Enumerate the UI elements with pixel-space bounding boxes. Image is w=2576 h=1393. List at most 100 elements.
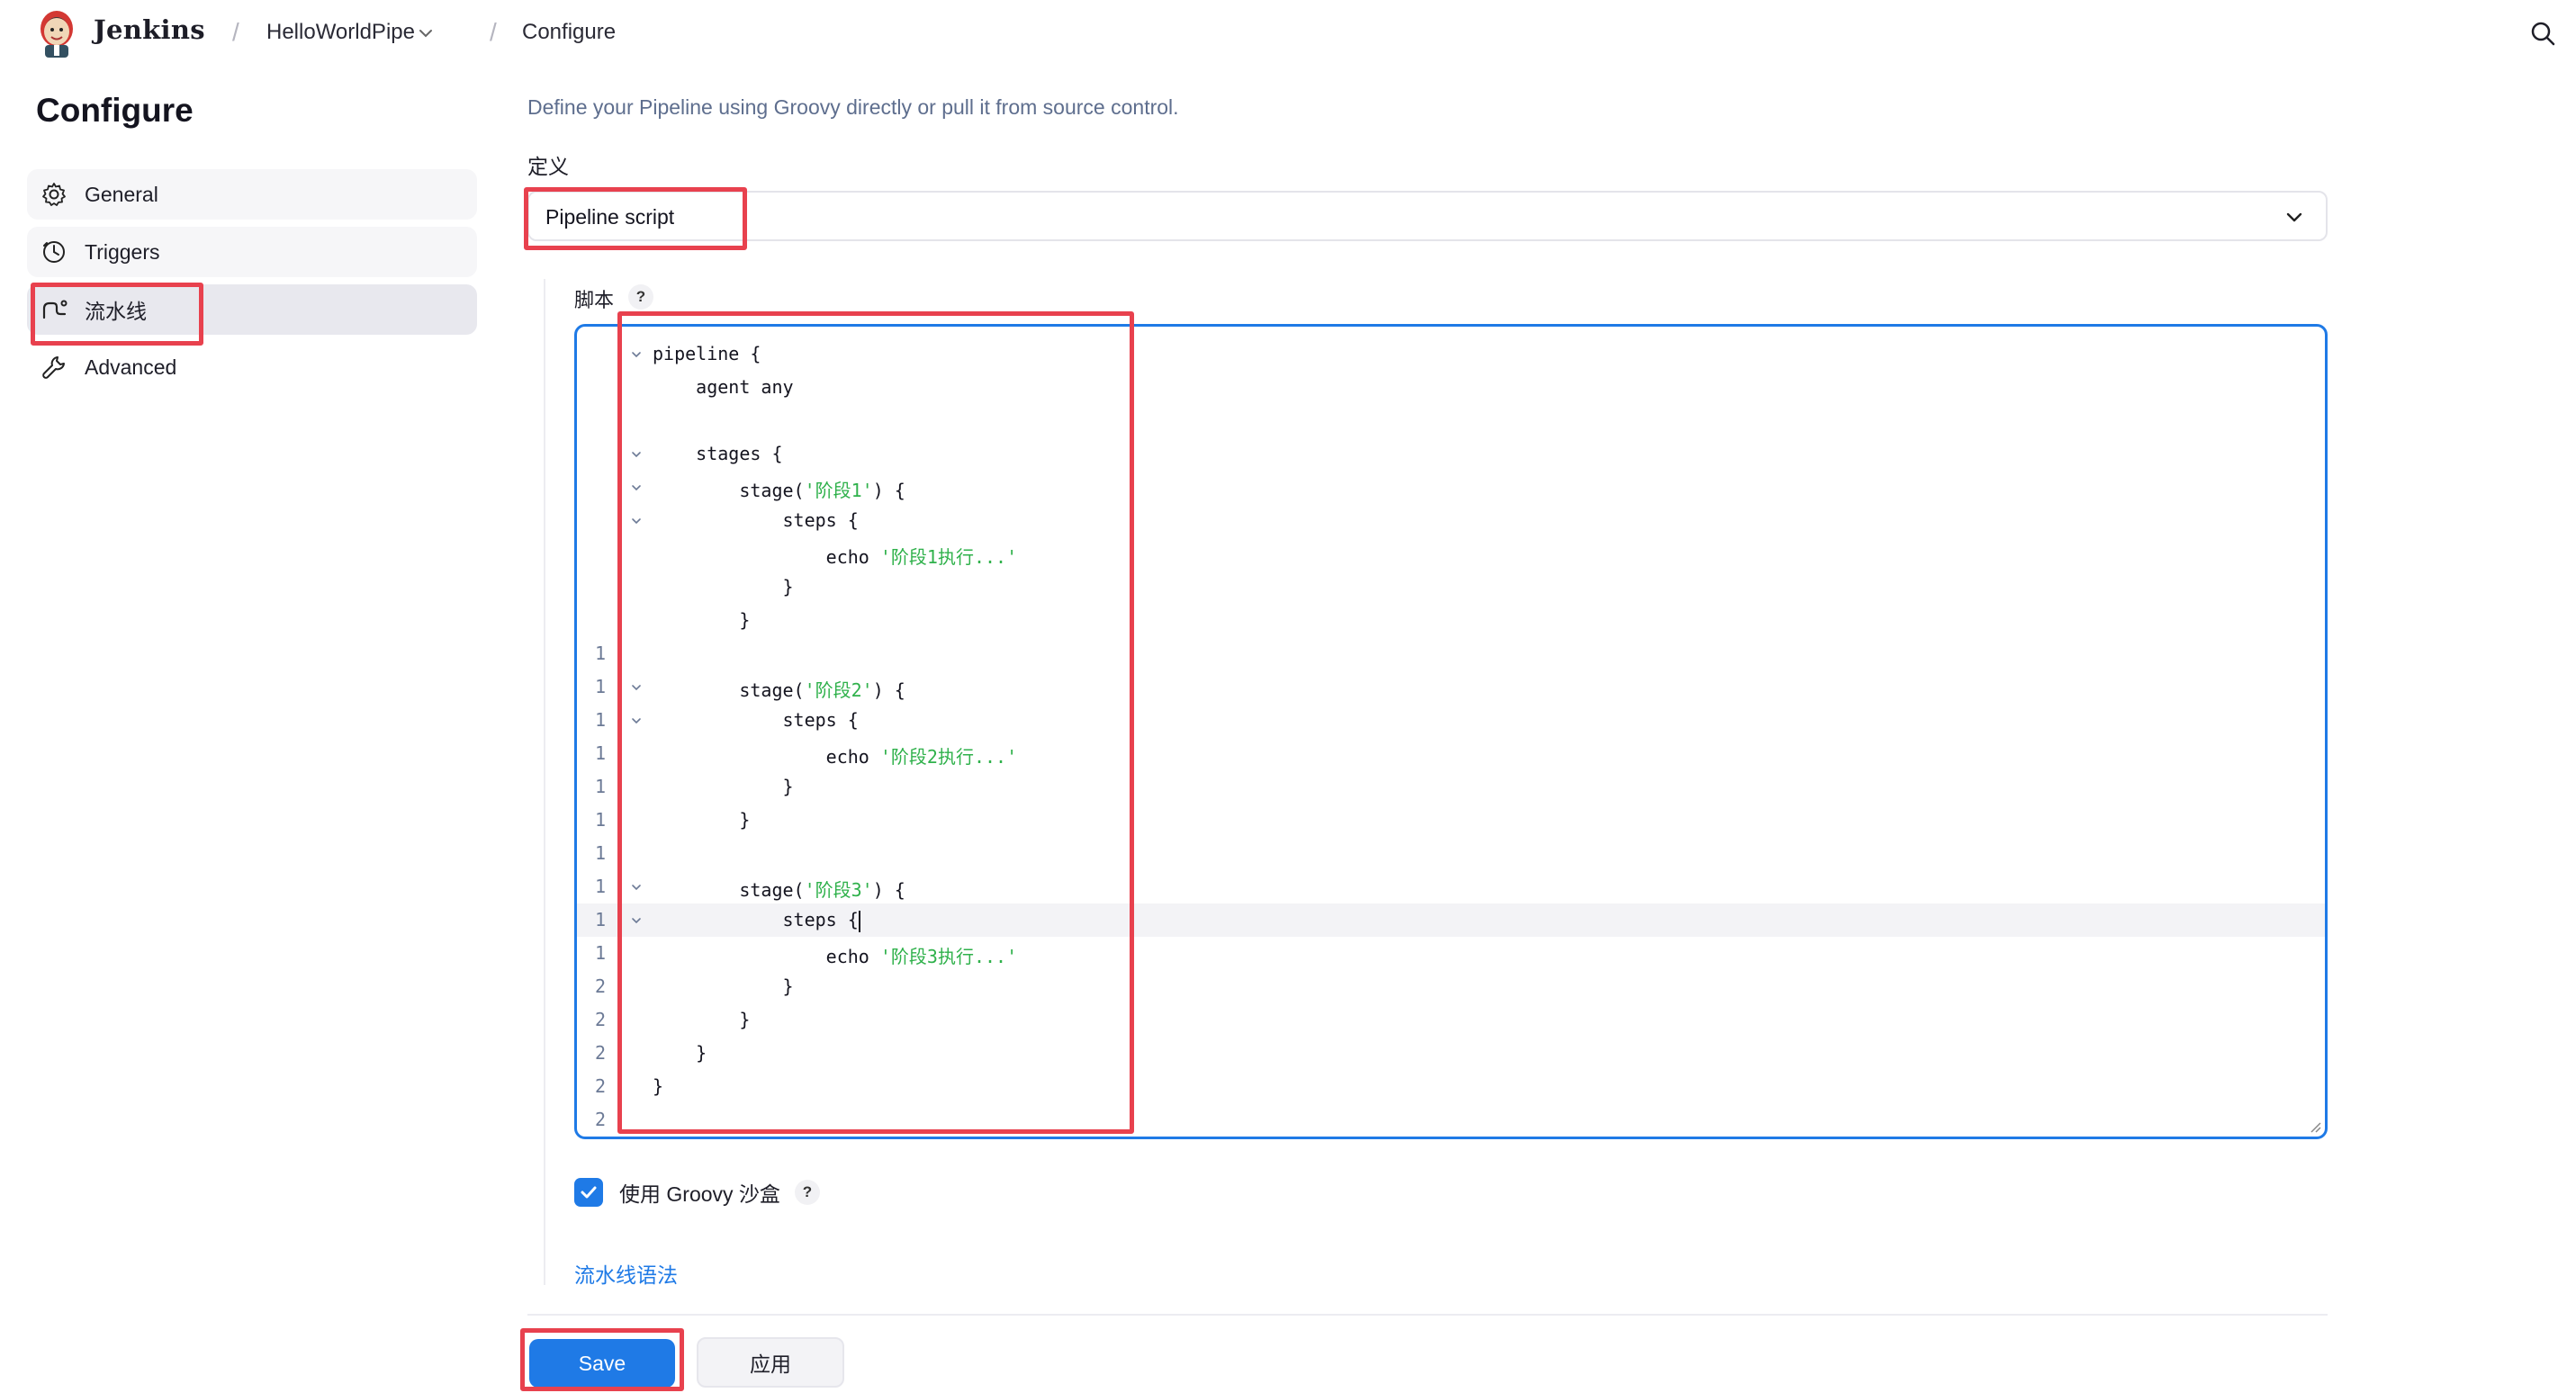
footer-divider bbox=[527, 1314, 2328, 1316]
code-line[interactable]: 2 } bbox=[577, 970, 2325, 1003]
code-text: } bbox=[653, 1009, 750, 1030]
line-number: 1 bbox=[595, 742, 607, 764]
fold-chevron-icon[interactable] bbox=[629, 511, 644, 526]
code-token: agent any bbox=[653, 376, 794, 398]
code-text: } bbox=[653, 1075, 663, 1097]
brand-name[interactable]: Jenkins bbox=[94, 14, 205, 45]
code-line[interactable]: echo '阶段1执行...' bbox=[577, 537, 2325, 571]
code-text: agent any bbox=[653, 376, 794, 398]
code-token: stage( bbox=[653, 679, 805, 701]
code-text: steps { bbox=[653, 709, 858, 731]
code-line[interactable]: 1 stage('阶段3') { bbox=[577, 870, 2325, 903]
code-line[interactable]: 1 stage('阶段2') { bbox=[577, 670, 2325, 704]
sidebar-item-triggers[interactable]: Triggers bbox=[27, 227, 477, 277]
fold-chevron-icon[interactable] bbox=[629, 445, 644, 459]
pipeline-icon bbox=[40, 295, 68, 324]
code-token: stage( bbox=[653, 480, 805, 501]
script-editor[interactable]: pipeline { agent any stages { stage('阶段1… bbox=[574, 324, 2328, 1139]
code-line[interactable]: 1 } bbox=[577, 770, 2325, 804]
sidebar-item-label: 流水线 bbox=[85, 300, 147, 323]
fold-chevron-icon[interactable] bbox=[629, 345, 644, 359]
sidebar-item-label: Advanced bbox=[85, 355, 177, 379]
code-string-literal: '阶段2执行...' bbox=[879, 746, 1018, 768]
pipeline-description: Define your Pipeline using Groovy direct… bbox=[527, 95, 1179, 119]
code-line[interactable]: 1 bbox=[577, 637, 2325, 670]
code-line[interactable]: stages { bbox=[577, 437, 2325, 471]
code-string-literal: '阶段3' bbox=[804, 879, 873, 901]
check-icon bbox=[581, 1186, 597, 1199]
code-token: ) { bbox=[872, 480, 905, 501]
pipeline-syntax-link[interactable]: 流水线语法 bbox=[574, 1258, 678, 1289]
code-string-literal: '阶段1' bbox=[804, 480, 873, 501]
code-line[interactable]: steps { bbox=[577, 504, 2325, 537]
search-icon[interactable] bbox=[2527, 18, 2558, 49]
code-text: steps { bbox=[653, 509, 859, 531]
apply-button[interactable]: 应用 bbox=[697, 1337, 844, 1388]
code-line[interactable] bbox=[577, 404, 2325, 437]
fold-chevron-icon[interactable] bbox=[629, 911, 644, 925]
save-button[interactable]: Save bbox=[529, 1339, 675, 1388]
line-number: 2 bbox=[595, 1075, 607, 1097]
help-icon[interactable]: ? bbox=[794, 1180, 820, 1205]
code-line[interactable]: 1 steps { bbox=[577, 903, 2325, 937]
sidebar-item-advanced[interactable]: Advanced bbox=[27, 342, 477, 392]
code-line[interactable]: 1 bbox=[577, 837, 2325, 870]
breadcrumb-separator: / bbox=[490, 18, 497, 46]
help-icon[interactable]: ? bbox=[628, 284, 653, 310]
resize-handle-icon[interactable] bbox=[2307, 1119, 2321, 1133]
code-line[interactable]: 2 bbox=[577, 1103, 2325, 1137]
fold-chevron-icon[interactable] bbox=[629, 678, 644, 692]
breadcrumb-job[interactable]: HelloWorldPipe bbox=[266, 20, 415, 45]
code-line[interactable]: } bbox=[577, 604, 2325, 637]
fold-chevron-icon[interactable] bbox=[629, 478, 644, 492]
code-token: steps { bbox=[653, 509, 859, 531]
definition-select[interactable]: Pipeline script bbox=[527, 191, 2328, 241]
definition-label: 定义 bbox=[527, 155, 569, 178]
breadcrumb-separator: / bbox=[232, 18, 239, 46]
chevron-down-icon[interactable] bbox=[414, 22, 437, 45]
code-line[interactable]: pipeline { bbox=[577, 337, 2325, 371]
code-token: stages { bbox=[653, 443, 783, 464]
line-number: 1 bbox=[595, 876, 607, 897]
line-number: 1 bbox=[595, 709, 607, 731]
groovy-sandbox-option: 使用 Groovy 沙盒 ? bbox=[574, 1177, 820, 1208]
breadcrumb-current[interactable]: Configure bbox=[522, 20, 616, 45]
code-token: } bbox=[653, 609, 751, 631]
code-line[interactable]: 1 echo '阶段3执行...' bbox=[577, 937, 2325, 970]
code-line[interactable]: 1 } bbox=[577, 804, 2325, 837]
code-token: } bbox=[653, 1075, 664, 1097]
code-line[interactable]: 1 steps { bbox=[577, 704, 2325, 737]
code-text: echo '阶段2执行...' bbox=[653, 742, 1017, 768]
code-text: steps { bbox=[653, 909, 860, 932]
line-number: 1 bbox=[595, 942, 607, 964]
code-line[interactable]: stage('阶段1') { bbox=[577, 471, 2325, 504]
code-token: } bbox=[653, 1009, 751, 1030]
code-text: } bbox=[653, 776, 793, 797]
code-token: echo bbox=[653, 946, 880, 967]
code-text: } bbox=[653, 576, 793, 598]
chevron-down-icon bbox=[2283, 205, 2306, 229]
section-divider bbox=[544, 279, 545, 1285]
code-line[interactable]: } bbox=[577, 571, 2325, 604]
line-number: 2 bbox=[595, 975, 607, 997]
code-token: ) { bbox=[872, 679, 905, 701]
code-text: } bbox=[653, 609, 750, 631]
code-text: echo '阶段3执行...' bbox=[653, 942, 1017, 968]
code-line[interactable]: 2} bbox=[577, 1070, 2325, 1103]
code-token: echo bbox=[653, 746, 880, 768]
code-token: echo bbox=[653, 546, 880, 568]
jenkins-logo-icon[interactable] bbox=[34, 7, 79, 59]
code-line[interactable]: 1 echo '阶段2执行...' bbox=[577, 737, 2325, 770]
code-token: } bbox=[653, 975, 794, 997]
fold-chevron-icon[interactable] bbox=[629, 711, 644, 725]
fold-chevron-icon[interactable] bbox=[629, 877, 644, 892]
groovy-sandbox-checkbox[interactable] bbox=[574, 1178, 603, 1207]
code-text: } bbox=[653, 1042, 707, 1064]
sidebar-item-label: General bbox=[85, 182, 158, 206]
code-line[interactable]: 2 } bbox=[577, 1037, 2325, 1070]
line-number: 2 bbox=[595, 1109, 607, 1130]
sidebar-item-pipeline[interactable]: 流水线 bbox=[27, 284, 477, 335]
code-line[interactable]: 2 } bbox=[577, 1003, 2325, 1037]
sidebar-item-general[interactable]: General bbox=[27, 169, 477, 220]
code-line[interactable]: agent any bbox=[577, 371, 2325, 404]
